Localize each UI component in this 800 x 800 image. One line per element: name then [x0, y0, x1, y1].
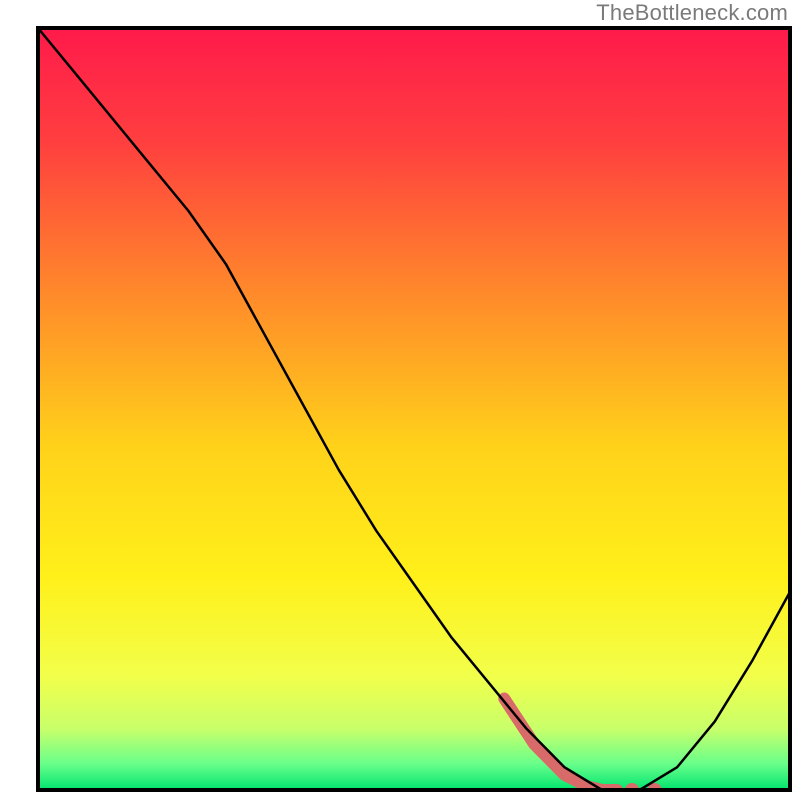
gradient-background — [38, 28, 790, 790]
watermark-text: TheBottleneck.com — [596, 0, 788, 26]
bottleneck-chart: TheBottleneck.com — [0, 0, 800, 800]
chart-svg — [0, 0, 800, 800]
